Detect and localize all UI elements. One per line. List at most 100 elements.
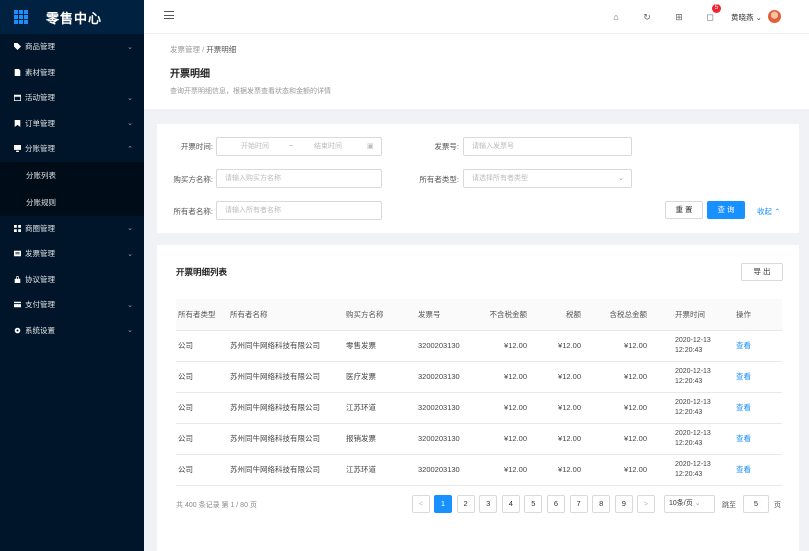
cell-owner-name: 苏州同牛网络科技有限公司 xyxy=(228,423,344,455)
chevron-down-icon: ⌄ xyxy=(127,327,133,335)
cell-total: ¥12.00 xyxy=(583,423,649,455)
sidebar-item-settings[interactable]: 系统设置 ⌄ xyxy=(0,318,144,344)
date-range-picker[interactable]: 开始时间 ~ 结束时间 ▣ xyxy=(216,137,382,156)
cell-tax: ¥12.00 xyxy=(529,392,583,424)
refresh-icon[interactable]: ↻ xyxy=(642,12,652,22)
page-button[interactable]: 1 xyxy=(434,495,452,513)
page-description: 查询开票明细信息，根据发票查看状态和金额的详情 xyxy=(170,88,331,95)
cell-tax: ¥12.00 xyxy=(529,330,583,362)
page-button[interactable]: 8 xyxy=(592,495,611,513)
cell-time: 2020-12-13 12:20:43 xyxy=(649,454,726,486)
page-button[interactable]: 5 xyxy=(524,495,543,513)
cell-date: 2020-12-13 xyxy=(675,367,711,375)
collapse-link[interactable]: 收起 ⌃ xyxy=(757,206,780,217)
apps-icon[interactable]: ⊞ xyxy=(674,12,684,22)
sidebar-item-business-district[interactable]: 商圈管理 ⌄ xyxy=(0,216,144,242)
chevron-down-icon: ⌄ xyxy=(755,13,762,22)
sidebar-item-label: 订单管理 xyxy=(25,118,55,128)
jump-page-input[interactable]: 5 xyxy=(743,495,769,513)
column-header: 操作 xyxy=(726,299,782,331)
page-button[interactable]: 3 xyxy=(479,495,498,513)
avatar[interactable] xyxy=(768,10,781,23)
view-link[interactable]: 查看 xyxy=(726,361,782,393)
view-link[interactable]: 查看 xyxy=(726,392,782,424)
owner-type-select[interactable]: 请选择所有者类型 ⌄ xyxy=(463,169,632,188)
page-size-select[interactable]: 10条/页 ⌄ xyxy=(664,495,715,513)
sidebar-item-label: 发票管理 xyxy=(25,249,55,259)
column-header: 购买方名称 xyxy=(344,299,416,331)
sidebar-item-orders[interactable]: 订单管理 ⌄ xyxy=(0,111,144,137)
page-button[interactable]: 7 xyxy=(569,495,588,513)
owner-name-input[interactable]: 请输入所有者名称 xyxy=(216,201,382,220)
view-link[interactable]: 查看 xyxy=(726,423,782,455)
sidebar-subitem-label: 分账规则 xyxy=(26,197,56,207)
search-form: 开票时间: 开始时间 ~ 结束时间 ▣ 发票号: 请输入发票号 购买方名称: 请… xyxy=(157,124,799,233)
invoice-no-label: 发票号: xyxy=(434,142,459,151)
next-page-button[interactable]: > xyxy=(637,495,655,513)
username: 黄晓燕 xyxy=(731,13,754,22)
chevron-down-icon: ⌄ xyxy=(127,120,133,128)
sidebar-subitem-split-rules[interactable]: 分账规则 xyxy=(0,189,144,216)
view-link[interactable]: 查看 xyxy=(726,454,782,486)
bell-icon[interactable]: ◻ xyxy=(705,12,715,22)
cell-owner-type: 公司 xyxy=(176,392,228,424)
cell-tax: ¥12.00 xyxy=(529,454,583,486)
sidebar-subitem-split-list[interactable]: 分账列表 xyxy=(0,162,144,189)
cell-time: 2020-12-13 12:20:43 xyxy=(649,423,726,455)
table-row: 公司 苏州同牛网络科技有限公司 零售发票 3200203130 ¥12.00 ¥12.00… xyxy=(176,330,782,362)
breadcrumb-parent[interactable]: 发票管理 xyxy=(170,45,200,54)
buyer-label: 购买方名称: xyxy=(173,175,213,184)
invoice-no-input[interactable]: 请输入发票号 xyxy=(463,137,632,156)
column-header: 开票时间 xyxy=(649,299,726,331)
home-icon[interactable]: ⌂ xyxy=(611,12,621,22)
page-button[interactable]: 4 xyxy=(501,495,520,513)
cell-total: ¥12.00 xyxy=(583,392,649,424)
cell-buyer: 报销发票 xyxy=(344,423,416,455)
reset-button[interactable]: 重 置 xyxy=(665,201,703,219)
cell-buyer: 零售发票 xyxy=(344,330,416,362)
menu-toggle-icon[interactable] xyxy=(164,11,174,20)
user-menu[interactable]: 黄晓燕 ⌄ xyxy=(731,12,762,23)
monitor-icon xyxy=(13,145,21,153)
sidebar-item-label: 商品管理 xyxy=(25,42,55,52)
sidebar-item-invoices[interactable]: 发票管理 ⌄ xyxy=(0,241,144,267)
sidebar-item-materials[interactable]: 素材管理 xyxy=(0,60,144,86)
export-button[interactable]: 导 出 xyxy=(741,263,783,281)
chevron-down-icon: ⌄ xyxy=(127,43,133,51)
table-row: 公司 苏州同牛网络科技有限公司 报销发票 3200203130 ¥12.00 ¥12.00… xyxy=(176,423,782,455)
cell-buyer: 江苏环道 xyxy=(344,392,416,424)
prev-page-button[interactable]: < xyxy=(412,495,430,513)
cell-tax: ¥12.00 xyxy=(529,423,583,455)
end-date-input[interactable]: 结束时间 xyxy=(314,138,342,155)
chevron-down-icon: ⌄ xyxy=(127,225,133,233)
sidebar-item-label: 分账管理 xyxy=(25,144,55,154)
query-button[interactable]: 查 询 xyxy=(707,201,745,219)
sidebar-item-payments[interactable]: 支付管理 ⌄ xyxy=(0,292,144,318)
sidebar-item-split[interactable]: 分账管理 ⌃ xyxy=(0,136,144,162)
cell-time: 2020-12-13 12:20:43 xyxy=(649,361,726,393)
sidebar-item-activities[interactable]: 活动管理 ⌄ xyxy=(0,85,144,111)
view-link[interactable]: 查看 xyxy=(726,330,782,362)
start-date-input[interactable]: 开始时间 xyxy=(241,138,269,155)
page-button[interactable]: 9 xyxy=(614,495,633,513)
cell-clock: 12:20:43 xyxy=(675,408,703,416)
cell-total: ¥12.00 xyxy=(583,361,649,393)
column-header: 所有者类型 xyxy=(176,299,228,331)
page-button[interactable]: 6 xyxy=(547,495,565,513)
invoice-table: 所有者类型 所有者名称 购买方名称 发票号 不含税金额 税额 含税总金额 开票时… xyxy=(176,299,782,486)
sidebar-item-label: 系统设置 xyxy=(25,325,55,335)
buyer-input[interactable]: 请输入购买方名称 xyxy=(216,169,382,188)
collapse-label: 收起 xyxy=(757,207,772,216)
page-button[interactable]: 2 xyxy=(456,495,475,513)
invoice-table-card: 开票明细列表 导 出 所有者类型 所有者名称 购买方名称 发票号 不含税金额 税… xyxy=(157,245,799,551)
cell-pre-tax: ¥12.00 xyxy=(474,330,529,362)
cell-clock: 12:20:43 xyxy=(675,439,703,447)
sidebar-item-agreements[interactable]: 协议管理 xyxy=(0,267,144,293)
cell-date: 2020-12-13 xyxy=(675,429,711,437)
logo[interactable]: 零售中心 xyxy=(0,0,144,34)
owner-type-label: 所有者类型: xyxy=(419,175,459,184)
cell-owner-name: 苏州同牛网络科技有限公司 xyxy=(228,361,344,393)
file-icon xyxy=(13,68,21,76)
sidebar-item-products[interactable]: 商品管理 ⌄ xyxy=(0,34,144,60)
calendar-icon xyxy=(13,94,21,102)
